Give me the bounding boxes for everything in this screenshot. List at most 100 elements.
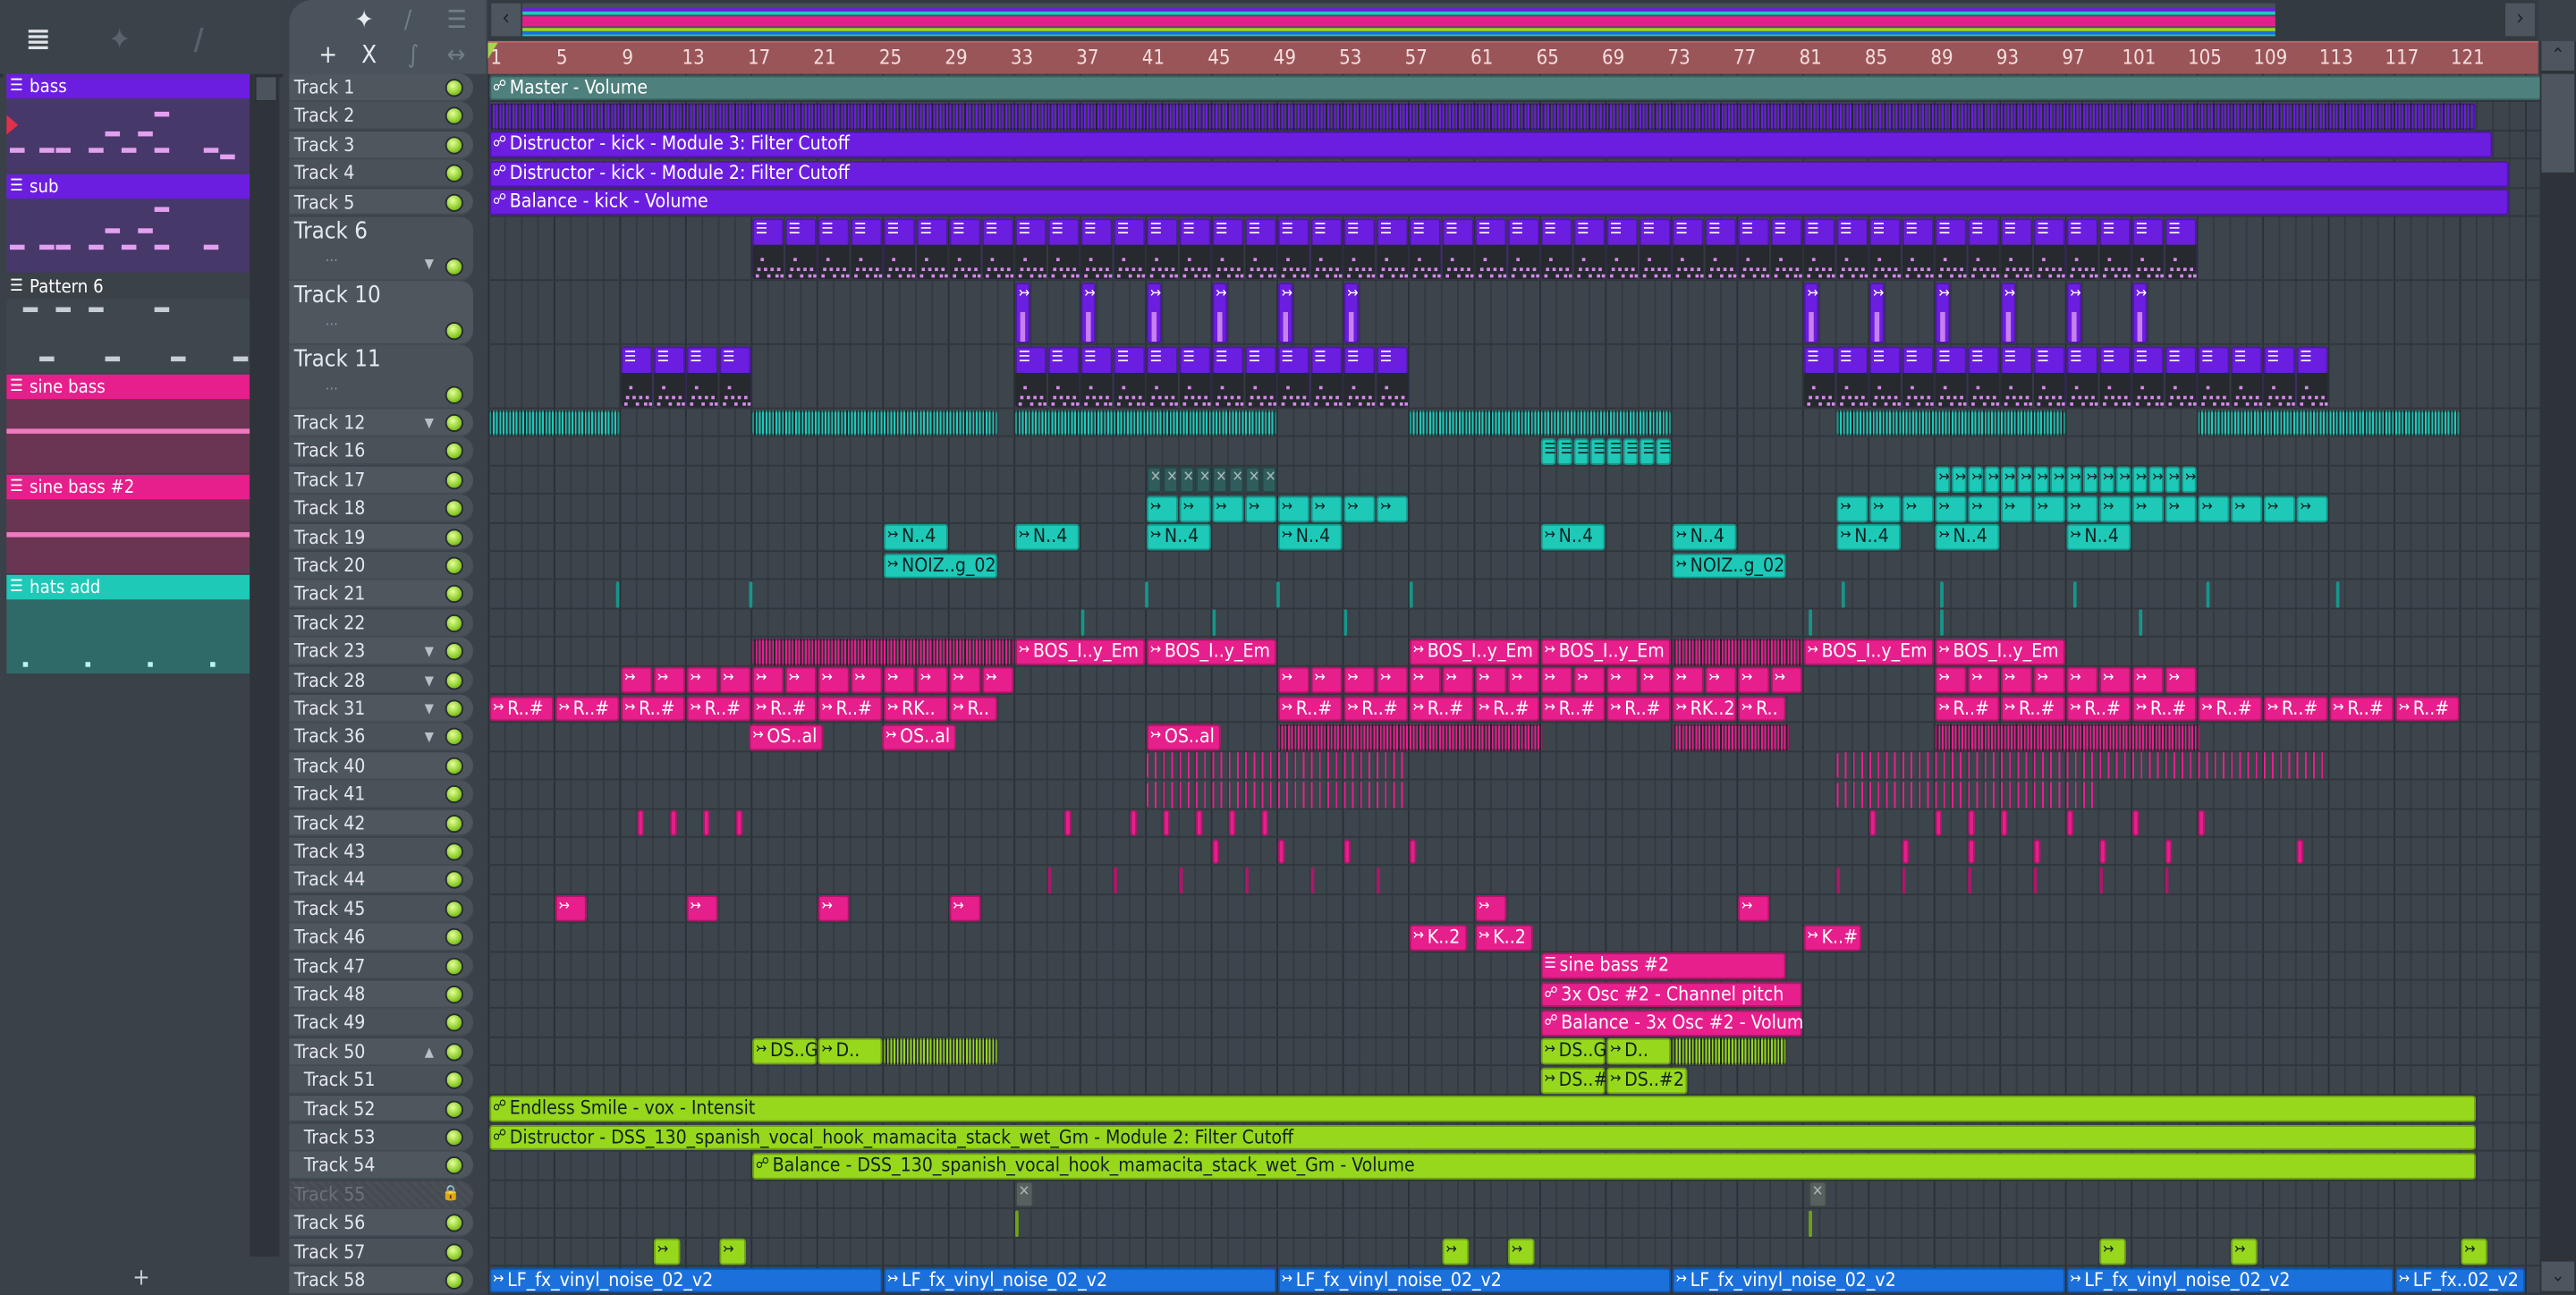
playlist-clip[interactable]: ☰ <box>2296 345 2328 408</box>
track-enable-led[interactable] <box>445 1271 463 1290</box>
playhead-marker[interactable] <box>487 42 504 60</box>
playlist-clip[interactable]: ☰ <box>1047 217 1080 280</box>
playlist-clip[interactable]: ☰ <box>1212 345 1244 408</box>
playlist-clip[interactable] <box>1277 724 1543 750</box>
playlist-clip[interactable]: ↣ DS..G <box>1540 1038 1606 1065</box>
playlist-clip[interactable]: ↣ <box>2001 281 2016 343</box>
track-header[interactable]: Track 53 <box>289 1123 473 1152</box>
playlist-clip[interactable] <box>752 410 997 436</box>
expand-arrow-icon[interactable]: ▼ <box>425 257 434 272</box>
playlist-clip[interactable] <box>637 809 644 836</box>
playlist-clip[interactable]: ☰ <box>818 217 850 280</box>
playlist-clip[interactable]: ☍ Balance - DSS_130_spanish_vocal_hook_ma… <box>752 1153 2476 1180</box>
bar-number[interactable]: 45 <box>1208 46 1230 69</box>
bar-number[interactable]: 109 <box>2253 46 2287 69</box>
bar-number[interactable]: 121 <box>2451 46 2485 69</box>
playlist-clip[interactable]: ↣ <box>2165 467 2181 494</box>
playlist-clip[interactable]: ↣ <box>1343 495 1376 522</box>
playlist-clip[interactable]: ☰ <box>1935 217 1967 280</box>
playlist-clip[interactable]: ↣ <box>2182 467 2197 494</box>
playlist-clip[interactable] <box>1902 867 1905 893</box>
playlist-clip[interactable]: ↣ <box>1080 281 1097 343</box>
playlist-clip[interactable] <box>1809 1210 1811 1237</box>
playlist-clip[interactable]: ☰ <box>2099 217 2131 280</box>
playlist-clip[interactable]: ☰ <box>1212 217 1244 280</box>
playlist-clip[interactable]: ↣ <box>686 895 718 922</box>
playlist-clip[interactable]: ↣ <box>1442 666 1474 694</box>
automation-icon[interactable]: ∕ <box>194 23 204 58</box>
playlist-clip[interactable]: ↣ <box>2132 467 2148 494</box>
playlist-clip[interactable]: ↣ <box>1015 281 1030 343</box>
track-enable-led[interactable] <box>445 442 463 461</box>
track-name[interactable]: Track 57 <box>294 1240 366 1263</box>
pattern-item[interactable]: ☰ hats add <box>6 574 250 674</box>
playlist-clip[interactable]: ☰ <box>851 217 883 280</box>
playlist-clip[interactable]: ↣ <box>1212 495 1244 522</box>
playlist-clip[interactable] <box>1114 867 1117 893</box>
add-track-button[interactable]: + <box>318 39 337 69</box>
playlist-clip[interactable]: ↣ NOIZ..g_02 <box>1672 553 1786 580</box>
playlist-clip[interactable]: ☰ <box>1343 217 1376 280</box>
playlist-clip[interactable]: ☰ <box>1705 217 1737 280</box>
bar-number[interactable]: 113 <box>2319 46 2353 69</box>
playlist-clip[interactable]: ↣ <box>1705 666 1737 694</box>
playlist-clip[interactable]: ☰ <box>916 217 948 280</box>
bar-number[interactable]: 33 <box>1011 46 1033 69</box>
playlist-clip[interactable]: ↣ R..# <box>621 695 685 723</box>
playlist-clip[interactable] <box>1196 809 1203 836</box>
track-enable-led[interactable] <box>445 192 463 212</box>
playlist-clip[interactable] <box>1343 838 1351 865</box>
playlist-clip[interactable] <box>1940 581 1944 608</box>
playlist-clip[interactable]: ☰ <box>1343 345 1376 408</box>
bar-number[interactable]: 105 <box>2188 46 2222 69</box>
playlist-clip[interactable]: ↣ R..# <box>2001 695 2065 723</box>
track-header[interactable]: Track 2 <box>289 102 473 131</box>
pattern-header[interactable]: ☰ sine bass <box>6 374 250 400</box>
playlist-clip[interactable] <box>2132 809 2140 836</box>
track-header[interactable]: Track 4 <box>289 159 473 188</box>
track-enable-led[interactable] <box>445 528 463 546</box>
playlist-clip[interactable]: ↣ <box>2033 666 2065 694</box>
track-enable-led[interactable] <box>445 258 463 276</box>
track-header[interactable]: Track 21 <box>289 580 473 609</box>
playlist-clip[interactable]: ↣ R..# <box>2066 695 2131 723</box>
playlist-clip[interactable]: ☰ <box>1508 217 1540 280</box>
playlist-clip[interactable]: ↣ LF_fx_vinyl_noise_02_v2 <box>884 1267 1277 1294</box>
track-name[interactable]: Track 40 <box>294 754 366 777</box>
playlist-clip[interactable]: ☰ <box>2231 345 2263 408</box>
playlist-clip[interactable]: ☰ <box>1277 217 1309 280</box>
track-enable-led[interactable] <box>445 1214 463 1232</box>
track-name[interactable]: Track 48 <box>294 982 366 1005</box>
playlist-clip[interactable]: ☍ Balance - 3x Osc #2 - Volume <box>1540 1010 1802 1037</box>
playlist-clip[interactable] <box>1809 609 1812 637</box>
playlist-clip[interactable] <box>1836 781 2098 808</box>
playlist-clip[interactable] <box>489 103 2476 130</box>
track-header[interactable]: Track 51 <box>289 1066 473 1095</box>
track-name[interactable]: Track 5 <box>294 190 355 213</box>
playlist-clip[interactable]: ↣ <box>2296 495 2328 522</box>
scroll-thumb[interactable] <box>254 75 278 102</box>
playlist-clip[interactable]: ☰ <box>1179 217 1211 280</box>
playlist-clip[interactable]: ↣ <box>818 666 850 694</box>
playlist-clip[interactable]: ↣ R..# <box>1277 695 1343 723</box>
playlist-clip[interactable]: ☰ <box>1047 345 1080 408</box>
track-name[interactable]: Track 3 <box>294 132 355 156</box>
playlist-clip[interactable] <box>1836 867 1840 893</box>
playlist-clip[interactable] <box>1212 838 1219 865</box>
playlist-clip[interactable] <box>2335 581 2340 608</box>
playlist-clip[interactable] <box>1145 581 1148 608</box>
playlist-clip[interactable]: ↣ <box>555 895 587 922</box>
playlist-clip[interactable] <box>1409 581 1413 608</box>
track-header[interactable]: Track 56 <box>289 1209 473 1238</box>
playlist-clip[interactable] <box>2033 838 2041 865</box>
track-enable-led[interactable] <box>445 585 463 604</box>
playlist-clip[interactable] <box>1015 410 1277 436</box>
track-header[interactable]: Track 19 <box>289 523 473 552</box>
bar-number[interactable]: 97 <box>2062 46 2084 69</box>
track-header[interactable]: Track 12 ▼ <box>289 409 473 437</box>
playlist-clip[interactable]: ↣ <box>1935 281 1951 343</box>
playlist-clip[interactable]: ↣ <box>784 666 817 694</box>
curve-icon[interactable]: ∫ <box>408 39 419 69</box>
track-enable-led[interactable] <box>445 900 463 918</box>
track-name[interactable]: Track 22 <box>294 611 366 634</box>
